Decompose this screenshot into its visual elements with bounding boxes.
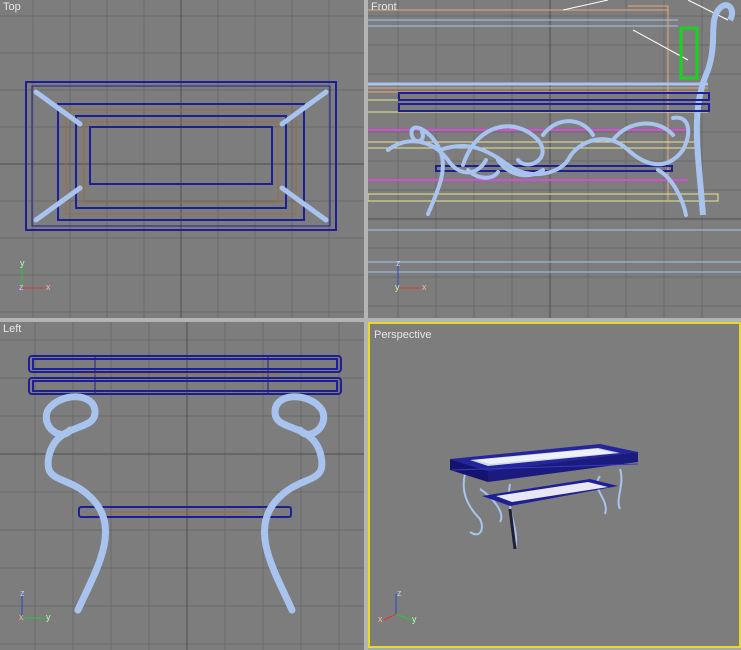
axis-label-up: z xyxy=(396,258,401,268)
axis-label-up: y xyxy=(20,258,25,268)
axis-label-right: y xyxy=(46,612,51,622)
viewport-front[interactable]: Front z y x xyxy=(368,0,741,318)
axis-label-origin: y xyxy=(395,282,400,292)
axis-label-up: z xyxy=(397,588,402,598)
viewport-top-label[interactable]: Top xyxy=(3,1,21,13)
axis-label-up: z xyxy=(20,588,25,598)
axis-label-right: x xyxy=(46,282,51,292)
axis-label-right: x xyxy=(422,282,427,292)
viewport-perspective-scene xyxy=(450,444,639,550)
viewport-perspective-label[interactable]: Perspective xyxy=(374,329,431,341)
viewport-left[interactable]: Left z x y xyxy=(0,322,364,650)
axis-label-right: y xyxy=(412,614,417,624)
axis-label-origin: x xyxy=(19,612,24,622)
axis-label-origin: z xyxy=(19,282,24,292)
axis-label-origin: x xyxy=(378,614,383,624)
viewport-left-label[interactable]: Left xyxy=(3,323,21,335)
viewport-front-label[interactable]: Front xyxy=(371,1,397,13)
viewport-top[interactable]: Top y z x xyxy=(0,0,364,318)
viewport-perspective[interactable]: Perspective z x y xyxy=(368,322,741,648)
